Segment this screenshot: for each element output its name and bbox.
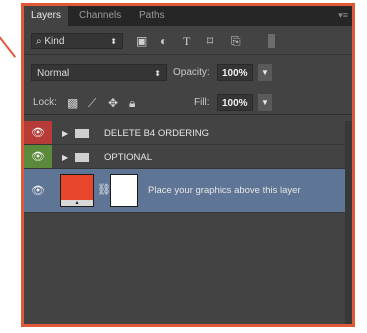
smart-object-filter-icon[interactable]: ⎘: [231, 34, 241, 48]
layer-name: OPTIONAL: [104, 152, 153, 163]
opacity-input[interactable]: 100%: [217, 64, 253, 81]
expand-arrow-icon[interactable]: ▶: [62, 153, 68, 162]
blend-mode-select[interactable]: Normal ⬍: [31, 64, 167, 81]
fill-input[interactable]: 100%: [217, 94, 253, 111]
folder-icon: [75, 129, 89, 138]
lock-brush-icon[interactable]: ⟋: [88, 96, 96, 110]
panel-tab-bar: Layers Channels Paths ▾≡: [24, 6, 352, 26]
blend-mode-value: Normal: [37, 68, 70, 79]
layer-name: Place your graphics above this layer: [148, 185, 301, 196]
tab-channels[interactable]: Channels: [72, 6, 128, 26]
layer-group-optional[interactable]: 👁︎ ▶ OPTIONAL: [24, 145, 346, 169]
fill-label: Fill:: [194, 97, 210, 108]
fill-dropdown-icon[interactable]: ▼: [258, 94, 272, 111]
layer-name: DELETE B4 ORDERING: [104, 128, 210, 139]
select-arrows-icon: ⬍: [110, 37, 117, 46]
smart-object-badge-icon: ▴: [61, 200, 93, 206]
tab-paths[interactable]: Paths: [132, 6, 172, 26]
layer-mask-thumbnail[interactable]: [110, 174, 138, 207]
chain-link-icon[interactable]: ⛓︎: [97, 183, 111, 196]
layer-thumbnail: ▴: [60, 174, 94, 207]
visibility-eye-icon[interactable]: 👁︎: [31, 126, 45, 139]
image-filter-icon[interactable]: ▣: [136, 34, 147, 48]
lock-move-icon[interactable]: ✥: [108, 96, 118, 110]
blend-options-row: Normal ⬍ Opacity: 100% ▼: [24, 62, 352, 84]
filter-toggle-switch[interactable]: [268, 34, 275, 48]
filter-kind-label: Kind: [44, 36, 65, 47]
layer-filter-bar: ⌕ Kind ⬍ ▣ ◐ T ⌑ ⎘: [24, 28, 352, 55]
opacity-dropdown-icon[interactable]: ▼: [258, 64, 272, 81]
visibility-eye-icon[interactable]: 👁︎: [31, 184, 45, 197]
lock-options-row: Lock: ▩ ⟋ ✥ 🔒︎ Fill: 100% ▼: [24, 92, 352, 115]
layers-panel: Layers Channels Paths ▾≡ ⌕ Kind ⬍ ▣ ◐ T …: [21, 3, 355, 327]
select-arrows-icon: ⬍: [154, 69, 161, 78]
layer-smart-object[interactable]: 👁︎ ▴ ⛓︎ Place your graphics above this l…: [24, 169, 346, 213]
lock-transparent-icon[interactable]: ▩: [67, 96, 78, 110]
filter-kind-select[interactable]: ⌕ Kind ⬍: [31, 33, 123, 49]
lock-all-icon[interactable]: 🔒︎: [129, 96, 135, 110]
shape-filter-icon[interactable]: ⌑: [207, 34, 213, 48]
tab-layers[interactable]: Layers: [24, 6, 69, 26]
lock-label: Lock:: [33, 97, 57, 108]
panel-menu-icon[interactable]: ▾≡: [338, 10, 348, 21]
layer-group-delete-b4-ordering[interactable]: 👁︎ ▶ DELETE B4 ORDERING: [24, 121, 346, 145]
adjustment-filter-icon[interactable]: ◐: [160, 34, 167, 48]
type-filter-icon[interactable]: T: [183, 34, 190, 48]
layers-scrollbar[interactable]: [345, 121, 352, 324]
visibility-eye-icon[interactable]: 👁︎: [31, 150, 45, 163]
expand-arrow-icon[interactable]: ▶: [62, 129, 68, 138]
callout-pointer: [0, 36, 17, 58]
opacity-label: Opacity:: [173, 67, 210, 78]
search-icon: ⌕: [36, 36, 42, 47]
folder-icon: [75, 153, 89, 162]
